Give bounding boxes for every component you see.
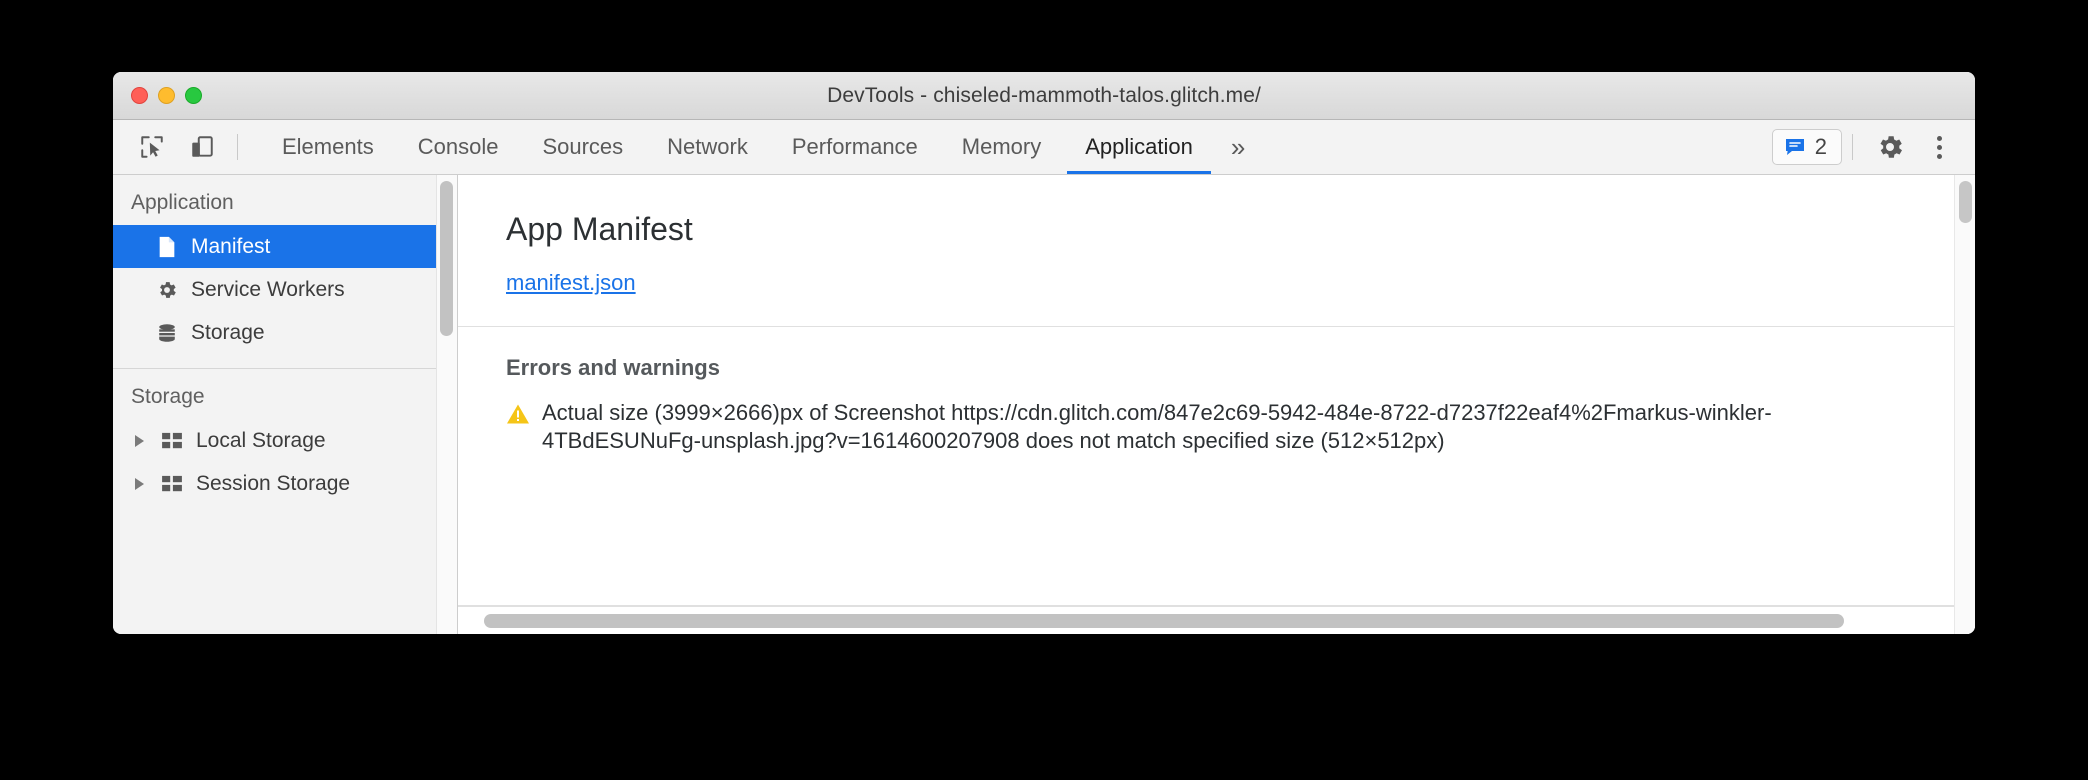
tab-console[interactable]: Console [396, 120, 521, 174]
errors-and-warnings-block: Errors and warnings Actual size (3999×26… [458, 327, 1975, 455]
message-count: 2 [1814, 134, 1827, 159]
table-icon [160, 432, 184, 450]
gear-icon [155, 279, 179, 301]
tab-network[interactable]: Network [645, 120, 770, 174]
toolbar-divider [237, 134, 238, 160]
table-icon [160, 475, 184, 493]
manifest-json-link[interactable]: manifest.json [506, 270, 636, 296]
sidebar-item-label: Local Storage [196, 428, 326, 452]
message-count-badge[interactable]: 2 [1771, 129, 1842, 165]
tab-performance[interactable]: Performance [770, 120, 940, 174]
page-title: App Manifest [506, 211, 693, 247]
document-icon [155, 236, 179, 258]
traffic-light-buttons [131, 87, 202, 104]
sidebar-item-session-storage[interactable]: Session Storage [113, 462, 457, 505]
sidebar-group-application: Application Manifest Service Workers Sto… [113, 175, 457, 362]
horizontal-scrollbar-thumb[interactable] [484, 614, 1844, 628]
devtools-window: DevTools - chiseled-mammoth-talos.glitch… [113, 72, 1975, 634]
database-icon [155, 322, 179, 344]
sidebar-scrollbar-track[interactable] [436, 175, 457, 634]
tab-label: Sources [542, 134, 624, 159]
minimize-window-button[interactable] [158, 87, 175, 104]
sidebar-section-title-storage: Storage [131, 385, 205, 408]
warning-item: Actual size (3999×2666)px of Screenshot … [506, 381, 1947, 455]
maximize-window-button[interactable] [185, 87, 202, 104]
horizontal-scrollbar-track[interactable] [458, 606, 1954, 634]
tab-elements[interactable]: Elements [260, 120, 396, 174]
kebab-menu-icon[interactable] [1917, 135, 1961, 159]
gear-icon[interactable] [1863, 132, 1917, 162]
toolbar-icon-group [113, 120, 248, 174]
sidebar-item-local-storage[interactable]: Local Storage [113, 419, 457, 462]
sidebar-item-label: Storage [191, 320, 265, 344]
panel-tab-list: Elements Console Sources Network Perform… [260, 120, 1261, 174]
tab-label: Memory [961, 134, 1042, 159]
devtools-toolbar: Elements Console Sources Network Perform… [113, 120, 1975, 175]
manifest-panel: App Manifest manifest.json Errors and wa… [458, 175, 1975, 634]
tab-label: Network [667, 134, 748, 159]
sidebar-item-manifest[interactable]: Manifest [113, 225, 457, 268]
sidebar-item-label: Service Workers [191, 277, 345, 301]
warning-message: Actual size (3999×2666)px of Screenshot … [542, 400, 1772, 454]
expand-caret-icon[interactable] [135, 434, 144, 447]
sidebar-item-label: Session Storage [196, 471, 351, 495]
application-sidebar: Application Manifest Service Workers Sto… [113, 175, 458, 634]
sidebar-item-storage[interactable]: Storage [113, 311, 457, 354]
inspect-element-icon[interactable] [127, 134, 177, 160]
more-tabs-chevron-icon[interactable]: » [1215, 120, 1261, 174]
sidebar-section-title-application: Application [131, 191, 234, 214]
sidebar-item-label: Manifest [191, 234, 271, 258]
tab-sources[interactable]: Sources [520, 120, 645, 174]
expand-caret-icon[interactable] [135, 477, 144, 490]
sidebar-scrollbar-thumb[interactable] [440, 181, 453, 336]
more-tabs-label: » [1230, 131, 1246, 162]
errors-section-title: Errors and warnings [506, 355, 720, 380]
devtools-body: Application Manifest Service Workers Sto… [113, 175, 1975, 634]
warning-triangle-icon [506, 399, 530, 455]
main-scrollbar-thumb[interactable] [1959, 181, 1972, 223]
window-title: DevTools - chiseled-mammoth-talos.glitch… [827, 83, 1261, 107]
tab-label: Console [417, 134, 499, 159]
main-scrollbar-track[interactable] [1954, 175, 1975, 634]
manifest-header-block: App Manifest manifest.json [458, 175, 1975, 326]
toolbar-right-group: 2 [1771, 120, 1975, 174]
tab-memory[interactable]: Memory [940, 120, 1063, 174]
toolbar-divider-right [1852, 134, 1853, 160]
close-window-button[interactable] [131, 87, 148, 104]
device-toolbar-icon[interactable] [177, 134, 227, 160]
sidebar-item-service-workers[interactable]: Service Workers [113, 268, 457, 311]
tab-label: Performance [791, 134, 918, 159]
tab-label: Application [1085, 134, 1193, 159]
tab-label: Elements [282, 134, 374, 159]
message-bubble-icon [1785, 139, 1804, 155]
window-titlebar: DevTools - chiseled-mammoth-talos.glitch… [113, 72, 1975, 120]
tab-application[interactable]: Application [1063, 120, 1215, 174]
sidebar-group-storage: Storage Local Storage Session Storage [113, 369, 457, 513]
